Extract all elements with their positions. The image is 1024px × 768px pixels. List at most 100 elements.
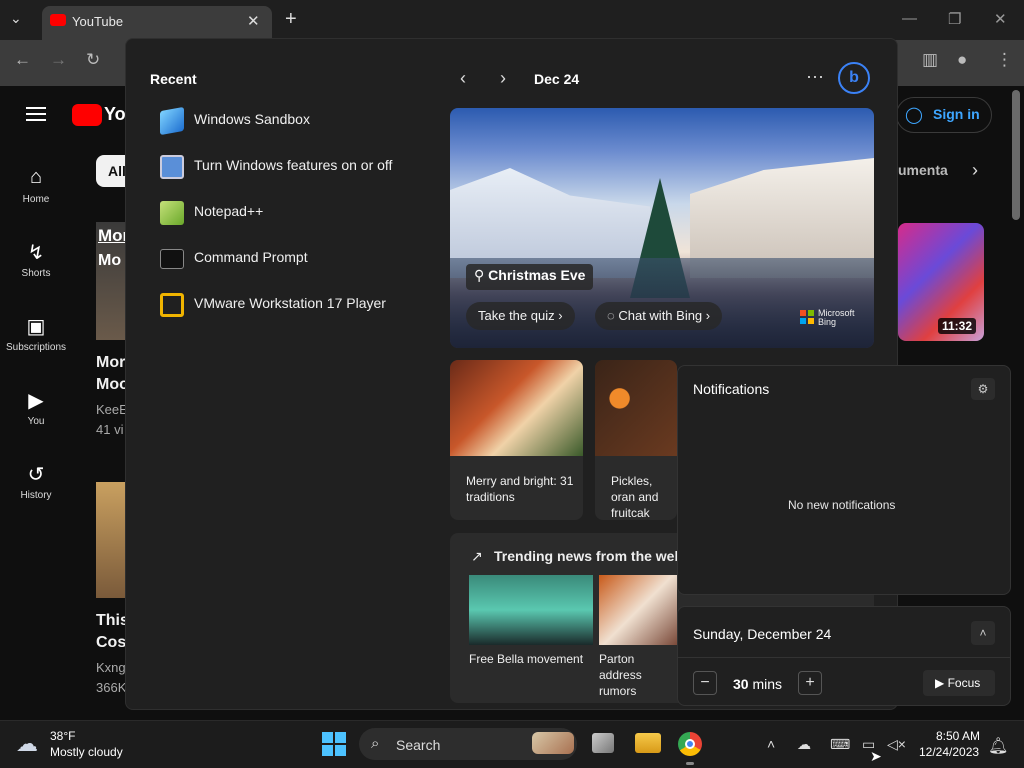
history-icon[interactable]: ↺ xyxy=(24,462,48,487)
back-icon[interactable]: ← xyxy=(14,50,31,70)
take-quiz-label: Take the quiz xyxy=(478,308,555,323)
trending-image-parton[interactable] xyxy=(599,575,677,645)
new-tab-button[interactable]: + xyxy=(285,8,297,31)
nav-history-label[interactable]: History xyxy=(0,490,72,501)
windows-features-icon xyxy=(160,155,184,179)
running-indicator xyxy=(686,762,694,765)
restore-icon[interactable]: ❐ xyxy=(948,10,961,28)
microsoft-logo-icon xyxy=(800,310,814,324)
nav-shorts-label[interactable]: Shorts xyxy=(0,268,72,279)
card-title: Merry and bright: 31 traditions xyxy=(466,474,574,504)
video-title[interactable]: Mor xyxy=(96,354,125,372)
divider xyxy=(677,657,1011,658)
trending-title[interactable]: Trending news from the web xyxy=(494,548,683,564)
trending-icon: ↗ xyxy=(471,548,483,564)
recent-item-label: Notepad++ xyxy=(194,203,264,219)
recent-item-windows-sandbox[interactable]: Windows Sandbox xyxy=(158,103,428,139)
search-label: Search xyxy=(396,737,441,753)
profile-icon[interactable]: ● xyxy=(957,50,967,70)
youtube-logo-icon[interactable] xyxy=(72,104,102,126)
chat-with-bing-button[interactable]: ◌ Chat with Bing › xyxy=(595,302,723,330)
you-icon[interactable]: ▶ xyxy=(24,388,48,413)
side-panel-icon[interactable]: ▥ xyxy=(922,50,938,70)
reload-icon[interactable]: ↻ xyxy=(86,50,100,70)
weather-description[interactable]: Mostly cloudy xyxy=(50,745,123,759)
focus-decrease-button[interactable]: − xyxy=(693,671,717,695)
video-title[interactable]: This xyxy=(96,612,129,630)
trending-image-bella[interactable] xyxy=(469,575,593,645)
card-merry-bright[interactable]: Merry and bright: 31 traditions xyxy=(450,360,583,520)
notification-settings-icon[interactable]: ⚙ xyxy=(971,378,995,400)
nav-you-label[interactable]: You xyxy=(0,416,72,427)
recent-item-vmware[interactable]: VMware Workstation 17 Player xyxy=(158,287,428,323)
video-duration-badge: 11:32 xyxy=(938,318,977,334)
nav-home-label[interactable]: Home xyxy=(0,194,72,205)
menu-dots-icon[interactable]: ⋮ xyxy=(996,50,1013,70)
recent-item-notepad-plus-plus[interactable]: Notepad++ xyxy=(158,195,428,231)
onedrive-icon[interactable]: ☁ xyxy=(797,736,811,753)
recent-item-windows-features[interactable]: Turn Windows features on or off xyxy=(158,149,428,185)
home-icon[interactable]: ⌂ xyxy=(24,166,48,189)
window-close-icon[interactable]: ✕ xyxy=(994,10,1007,28)
vmware-icon xyxy=(160,293,184,317)
browser-tab-youtube[interactable]: YouTube ✕ xyxy=(42,6,272,40)
tab-title: YouTube xyxy=(72,14,124,29)
hero-badge[interactable]: ⚲ Christmas Eve xyxy=(466,264,594,290)
keyboard-icon[interactable]: ⌨ xyxy=(830,736,850,753)
page-scrollbar[interactable] xyxy=(1012,90,1020,220)
previous-day-icon[interactable]: ‹ xyxy=(460,68,466,89)
forward-icon[interactable]: → xyxy=(50,50,67,70)
volume-muted-icon[interactable]: ◁× xyxy=(887,736,906,753)
location-pin-icon: ⚲ xyxy=(474,267,489,283)
cloudy-weather-icon[interactable]: ☁ xyxy=(16,731,38,757)
card-pickles[interactable]: Pickles, oran and fruitcak xyxy=(595,360,677,520)
weather-temperature[interactable]: 38°F xyxy=(50,729,75,743)
windows-start-icon[interactable] xyxy=(322,732,346,756)
hamburger-menu-icon[interactable] xyxy=(26,107,46,121)
take-quiz-button[interactable]: Take the quiz › xyxy=(466,302,575,330)
focus-button[interactable]: ▶ Focus xyxy=(923,670,995,696)
trending-headline[interactable]: Parton address rumors xyxy=(599,651,677,699)
clock-date[interactable]: 12/24/2023 xyxy=(919,745,979,759)
microsoft-bing-brand: Microsoft Bing xyxy=(818,308,855,327)
channel-name[interactable]: Kxng xyxy=(96,660,126,675)
clock-time[interactable]: 8:50 AM xyxy=(936,729,980,743)
file-explorer-icon[interactable] xyxy=(635,733,661,753)
next-day-icon[interactable]: › xyxy=(500,68,506,89)
show-hidden-icons-icon[interactable]: ˄ xyxy=(767,736,775,752)
chip-documentary[interactable]: umenta xyxy=(898,162,948,178)
notification-bell-icon[interactable]: 🔔︎ xyxy=(988,736,1008,756)
tab-close-icon[interactable]: ✕ xyxy=(247,12,260,30)
channel-name[interactable]: KeeE xyxy=(96,402,128,417)
video-title[interactable]: Cos xyxy=(96,634,126,652)
nav-subscriptions-label[interactable]: Subscriptions xyxy=(0,342,72,353)
card-image xyxy=(595,360,677,456)
chrome-icon[interactable] xyxy=(678,732,702,756)
focus-increase-button[interactable]: + xyxy=(798,671,822,695)
focus-duration: 30 mins xyxy=(733,676,783,692)
play-icon: ▶ xyxy=(935,676,948,690)
recent-item-command-prompt[interactable]: Command Prompt xyxy=(158,241,428,277)
more-options-icon[interactable]: ··· xyxy=(806,66,824,87)
trending-headline[interactable]: Free Bella movement xyxy=(469,651,583,667)
recent-item-label: Turn Windows features on or off xyxy=(194,157,393,173)
focus-label: Focus xyxy=(947,676,981,690)
chevron-up-icon[interactable]: ˄ xyxy=(971,621,995,645)
tab-list-button[interactable]: ⌄ xyxy=(10,10,22,27)
video-title[interactable]: Moo xyxy=(96,376,129,394)
card-image xyxy=(450,360,583,456)
sign-in-label[interactable]: Sign in xyxy=(933,106,980,122)
subscriptions-icon[interactable]: ▣ xyxy=(24,314,48,339)
bing-logo-icon[interactable]: b xyxy=(838,62,870,94)
shorts-icon[interactable]: ↯ xyxy=(24,240,48,265)
task-view-icon[interactable] xyxy=(592,733,614,753)
panel-date: Dec 24 xyxy=(534,71,580,87)
video-thumbnail[interactable] xyxy=(96,482,126,598)
recent-item-label: Windows Sandbox xyxy=(194,111,310,127)
calendar-date[interactable]: Sunday, December 24 xyxy=(693,626,831,642)
chip-next-icon[interactable]: › xyxy=(972,160,978,181)
search-highlight-icon xyxy=(532,732,574,754)
mouse-cursor-icon: ➤ xyxy=(870,748,882,764)
view-count: 41 vi xyxy=(96,422,124,437)
minimize-icon[interactable]: — xyxy=(902,10,917,27)
